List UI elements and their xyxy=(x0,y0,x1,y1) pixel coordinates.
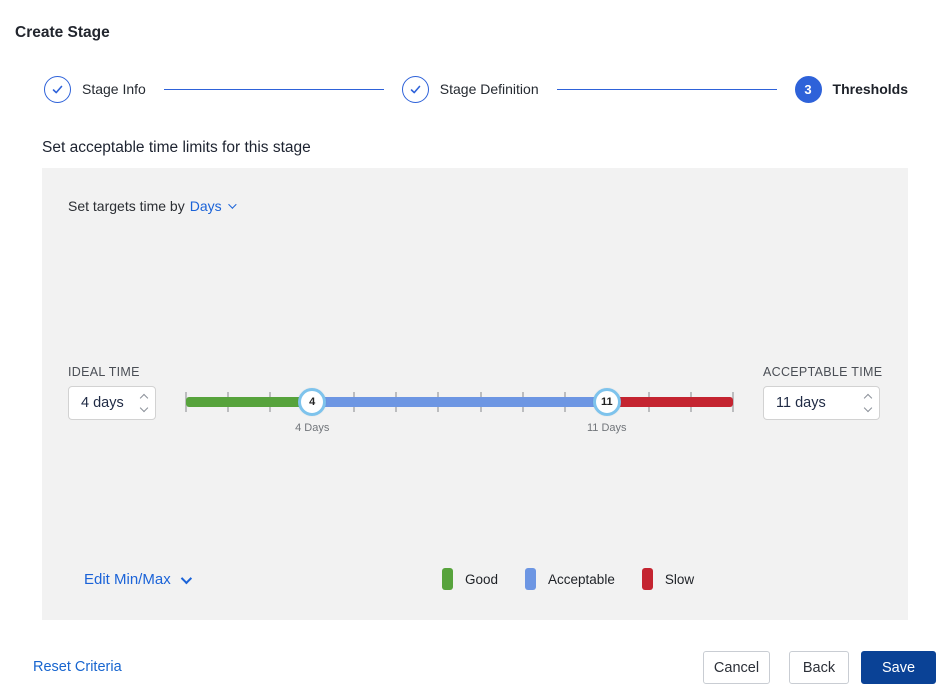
check-icon xyxy=(409,83,422,96)
acceptable-time-spinner[interactable] xyxy=(861,395,871,411)
acceptable-time-input[interactable] xyxy=(776,395,861,411)
step-stage-definition[interactable]: Stage Definition xyxy=(402,76,539,103)
spinner-down-icon[interactable] xyxy=(140,404,148,412)
acceptable-time-label: ACCEPTABLE TIME xyxy=(763,365,882,379)
slider-segment-good xyxy=(186,397,312,407)
step-label: Stage Info xyxy=(82,81,146,97)
section-heading: Set acceptable time limits for this stag… xyxy=(42,139,311,157)
spinner-up-icon[interactable] xyxy=(140,394,148,402)
ideal-time-spinner[interactable] xyxy=(137,395,147,411)
cancel-button[interactable]: Cancel xyxy=(703,651,770,684)
thresholds-panel: Set targets time by Days IDEAL TIME ACCE… xyxy=(42,168,908,620)
slider-handle-ideal[interactable]: 4 xyxy=(298,388,326,416)
step-label: Thresholds xyxy=(833,81,908,97)
step-label: Stage Definition xyxy=(440,81,539,97)
legend-item: Slow xyxy=(642,568,694,590)
step-connector xyxy=(164,89,384,90)
legend-swatch xyxy=(442,568,453,590)
edit-minmax-link[interactable]: Edit Min/Max xyxy=(84,571,189,588)
ideal-time-label: IDEAL TIME xyxy=(68,365,140,379)
acceptable-day-caption: 11 Days xyxy=(587,422,627,434)
back-button[interactable]: Back xyxy=(789,651,849,684)
legend-item: Good xyxy=(442,568,498,590)
page-title: Create Stage xyxy=(15,24,110,42)
save-button[interactable]: Save xyxy=(861,651,936,684)
slider-segment-slow xyxy=(607,397,733,407)
legend-swatch xyxy=(525,568,536,590)
check-circle-icon xyxy=(44,76,71,103)
slider-track[interactable]: 4 11 4 Days 11 Days xyxy=(186,388,733,418)
step-number-badge: 3 xyxy=(795,76,822,103)
create-stage-dialog: Create Stage Stage Info Stage Definition… xyxy=(0,0,948,695)
acceptable-time-stepper[interactable] xyxy=(763,386,880,420)
step-stage-info[interactable]: Stage Info xyxy=(44,76,146,103)
legend-swatch xyxy=(642,568,653,590)
spinner-up-icon[interactable] xyxy=(864,394,872,402)
ideal-time-input[interactable] xyxy=(81,395,137,411)
check-icon xyxy=(51,83,64,96)
target-unit-dropdown[interactable]: Days xyxy=(190,198,234,214)
reset-criteria-link[interactable]: Reset Criteria xyxy=(33,659,122,675)
legend-label: Good xyxy=(465,572,498,587)
slider-legend: Good Acceptable Slow xyxy=(442,568,694,590)
legend-label: Acceptable xyxy=(548,572,615,587)
target-time-prefix: Set targets time by xyxy=(68,198,185,214)
slider-segment-acceptable xyxy=(312,397,607,407)
slider-handle-acceptable[interactable]: 11 xyxy=(593,388,621,416)
legend-label: Slow xyxy=(665,572,694,587)
ideal-day-caption: 4 Days xyxy=(295,422,329,434)
legend-item: Acceptable xyxy=(525,568,615,590)
step-thresholds[interactable]: 3 Thresholds xyxy=(795,76,908,103)
target-time-row: Set targets time by Days xyxy=(68,198,234,214)
step-connector xyxy=(557,89,777,90)
spinner-down-icon[interactable] xyxy=(864,404,872,412)
target-unit-value: Days xyxy=(190,198,222,214)
ideal-time-stepper[interactable] xyxy=(68,386,156,420)
chevron-down-icon xyxy=(228,200,236,208)
check-circle-icon xyxy=(402,76,429,103)
edit-minmax-label: Edit Min/Max xyxy=(84,571,171,588)
wizard-stepper: Stage Info Stage Definition 3 Thresholds xyxy=(44,75,908,103)
chevron-down-icon xyxy=(180,572,191,583)
